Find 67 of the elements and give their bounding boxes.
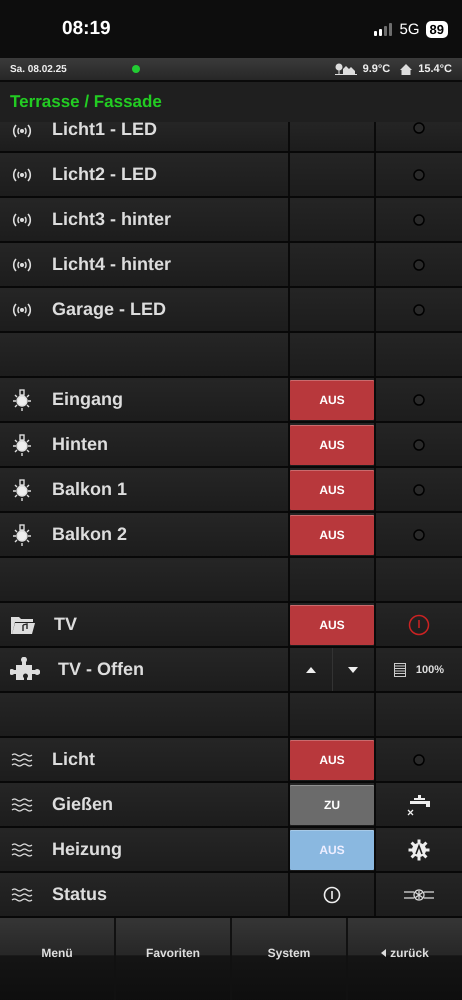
- device-label: Licht3 - hinter: [52, 209, 172, 230]
- status-led-icon: [413, 122, 425, 134]
- date-text: Sa. 08.02.25: [10, 64, 68, 74]
- device-label: Balkon 1: [52, 479, 128, 500]
- blind-icon: [394, 662, 406, 676]
- signal-icon: [374, 22, 394, 36]
- device-label: Status: [52, 884, 108, 905]
- gear-icon: [408, 838, 430, 860]
- power-icon: [323, 886, 341, 904]
- status-led-icon: [413, 304, 425, 316]
- device-label: Balkon 2: [52, 524, 128, 545]
- caret-icon: [381, 948, 386, 956]
- page-title: Terrasse / Fassade: [0, 82, 462, 122]
- puzzle-icon: [10, 656, 40, 682]
- down-caret-icon: [348, 666, 358, 672]
- device-label: Gießen: [52, 794, 114, 815]
- radio-waves-icon: [10, 256, 34, 274]
- valve-icon: [403, 886, 435, 902]
- device-label: Garage - LED: [52, 299, 166, 320]
- device-label: TV - Offen: [58, 659, 144, 680]
- house-icon: [400, 64, 412, 74]
- status-led-icon: [413, 258, 425, 270]
- waves-icon: [10, 796, 34, 812]
- status-led-icon: [413, 214, 425, 226]
- waves-icon: [10, 842, 34, 858]
- lamp-icon: [10, 432, 34, 456]
- device-label: Hinten: [52, 434, 108, 455]
- device-label: Eingang: [52, 389, 123, 410]
- status-led-icon: [413, 438, 425, 450]
- switch-button[interactable]: AUS: [290, 380, 374, 420]
- radio-waves-icon: [10, 122, 34, 140]
- battery-level: 89: [426, 20, 448, 38]
- indoor-temperature: 15.4°C: [418, 63, 452, 75]
- radio-waves-icon: [10, 300, 34, 318]
- up-caret-icon: [306, 666, 316, 672]
- switch-button[interactable]: AUS: [290, 514, 374, 554]
- switch-button[interactable]: ZU: [290, 784, 374, 824]
- switch-button[interactable]: AUS: [290, 470, 374, 510]
- device-label: Licht1 - LED: [52, 122, 158, 136]
- outdoor-temperature: 9.9°C: [362, 63, 390, 75]
- connection-dot: [132, 65, 140, 73]
- waves-icon: [10, 886, 34, 902]
- folder-icon: [10, 614, 36, 634]
- device-label: Heizung: [52, 839, 122, 860]
- lamp-icon: [10, 388, 34, 412]
- switch-button[interactable]: AUS: [290, 604, 374, 644]
- device-label: Licht: [52, 749, 95, 770]
- switch-button[interactable]: AUS: [290, 740, 374, 780]
- power-icon: [408, 614, 430, 636]
- device-label: Licht2 - LED: [52, 164, 158, 185]
- outdoor-icon: [334, 63, 357, 75]
- status-led-icon: [413, 394, 425, 406]
- status-led-icon: [413, 168, 425, 180]
- device-label: TV: [54, 614, 78, 635]
- clock-time: 08:19: [62, 18, 112, 40]
- network-type: 5G: [400, 20, 420, 38]
- switch-button[interactable]: AUS: [290, 424, 374, 464]
- radio-waves-icon: [10, 210, 34, 228]
- lamp-icon: [10, 478, 34, 502]
- device-label: Licht4 - hinter: [52, 254, 172, 275]
- waves-icon: [10, 752, 34, 768]
- position-percent: 100%: [416, 664, 444, 676]
- status-led-icon: [413, 528, 425, 540]
- radio-waves-icon: [10, 166, 34, 184]
- status-led-icon: [413, 484, 425, 496]
- lamp-icon: [10, 522, 34, 546]
- status-led-icon: [413, 754, 425, 766]
